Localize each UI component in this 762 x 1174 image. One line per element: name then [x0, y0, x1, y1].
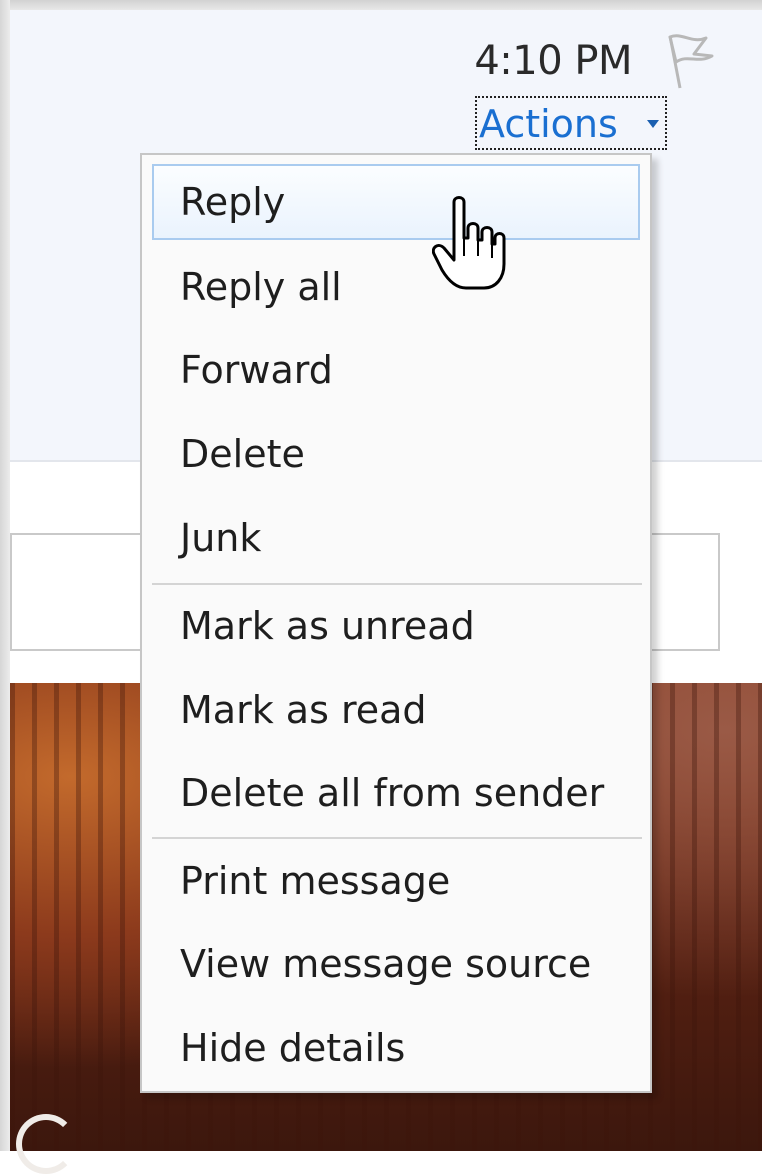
hand-pointer-cursor: [432, 196, 506, 290]
menu-item-view-source[interactable]: View message source: [152, 926, 640, 1002]
menu-item-reply-all[interactable]: Reply all: [152, 249, 640, 325]
actions-menu-button[interactable]: Actions: [475, 96, 667, 150]
menu-item-forward[interactable]: Forward: [152, 332, 640, 408]
menu-item-delete-all-from-sender[interactable]: Delete all from sender: [152, 755, 640, 831]
menu-item-reply[interactable]: Reply: [152, 164, 640, 240]
menu-item-print-message[interactable]: Print message: [152, 843, 640, 919]
menu-item-mark-read[interactable]: Mark as read: [152, 672, 640, 748]
image-overlay-glyph: [16, 1114, 76, 1174]
actions-label: Actions: [479, 102, 618, 146]
menu-item-hide-details[interactable]: Hide details: [152, 1010, 640, 1086]
message-time: 4:10 PM: [474, 38, 632, 84]
window-top-edge: [0, 0, 762, 10]
window-left-edge: [0, 0, 10, 1151]
flag-icon[interactable]: [660, 34, 720, 90]
menu-item-mark-unread[interactable]: Mark as unread: [152, 588, 640, 664]
menu-item-junk[interactable]: Junk: [152, 500, 640, 576]
chevron-down-icon: [647, 120, 659, 128]
menu-item-delete[interactable]: Delete: [152, 416, 640, 492]
menu-separator: [152, 837, 642, 839]
actions-dropdown-menu: Reply Reply all Forward Delete Junk Mark…: [140, 153, 652, 1093]
menu-separator: [152, 583, 642, 585]
